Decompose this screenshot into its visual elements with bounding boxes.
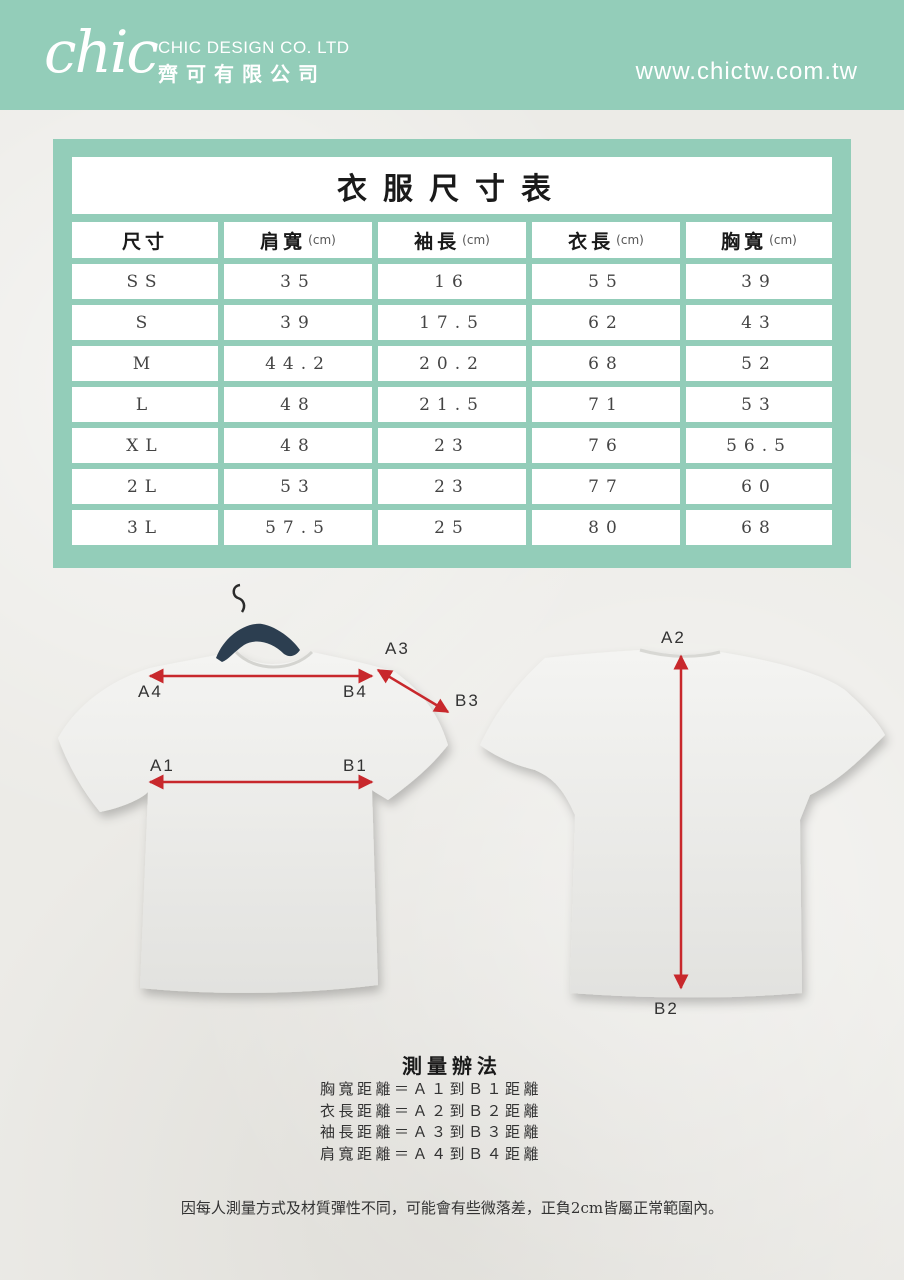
table-cell: 48 <box>224 428 372 463</box>
table-cell: 43 <box>686 305 832 340</box>
table-cell: 68 <box>532 346 680 381</box>
table-cell: 16 <box>378 264 526 299</box>
method-line-sleeve: 袖長距離＝Ａ３到Ｂ３距離 <box>320 1123 543 1141</box>
table-cell: 60 <box>686 469 832 504</box>
column-header-label: 尺寸 <box>121 230 168 253</box>
website-link[interactable]: www.chictw.com.tw <box>636 58 858 86</box>
table-cell: 21.5 <box>378 387 526 422</box>
table-cell: 77 <box>532 469 680 504</box>
table-cell: 23 <box>378 428 526 463</box>
method-line-length: 衣長距離＝Ａ２到Ｂ２距離 <box>320 1101 543 1120</box>
column-header-unit: (cm) <box>616 233 644 247</box>
table-cell: 17.5 <box>378 305 526 340</box>
table-cell: 48 <box>224 387 372 422</box>
back-tshirt <box>480 650 885 998</box>
table-cell: 20.2 <box>378 346 526 381</box>
table-cell-size: 2L <box>72 469 218 504</box>
label-a3: A3 <box>385 639 410 658</box>
header-banner: chic CHIC DESIGN CO. LTD 齊可有限公司 www.chic… <box>0 0 904 110</box>
column-header-label: 袖長 <box>414 230 461 253</box>
size-table: 尺寸 肩寬 (cm) 袖長 (cm) 衣長 (cm) 胸寬 (cm) SS 35 16 … <box>72 222 832 545</box>
table-cell-size: XL <box>72 428 218 463</box>
column-header-size: 尺寸 <box>72 222 218 258</box>
table-cell: 55 <box>532 264 680 299</box>
table-cell-size: SS <box>72 264 218 299</box>
front-tshirt <box>58 652 448 993</box>
table-cell: 68 <box>686 510 832 545</box>
company-name-en: CHIC DESIGN CO. LTD <box>158 38 350 57</box>
table-cell: 23 <box>378 469 526 504</box>
label-b3: B3 <box>455 691 480 710</box>
table-cell: 56.5 <box>686 428 832 463</box>
label-a4: A4 <box>138 682 163 701</box>
table-cell: 35 <box>224 264 372 299</box>
label-a2: A2 <box>661 628 686 647</box>
table-cell: 80 <box>532 510 680 545</box>
label-a1: A1 <box>150 756 175 775</box>
column-header-shoulder: 肩寬 (cm) <box>224 222 372 258</box>
column-header-unit: (cm) <box>462 233 490 247</box>
method-line-shoulder: 肩寬距離＝Ａ４到Ｂ４距離 <box>320 1144 543 1163</box>
measurement-diagram: A4 B4 A3 B3 A1 B1 A2 B2 <box>58 583 885 1018</box>
table-cell: 25 <box>378 510 526 545</box>
brand-logo: chic <box>44 18 159 86</box>
table-cell-size: L <box>72 387 218 422</box>
label-b1: B1 <box>343 756 368 775</box>
measurement-method-list: 胸寬距離＝Ａ１到Ｂ１距離 衣長距離＝Ａ２到Ｂ２距離 袖長距離＝Ａ３到Ｂ３距離 肩… <box>320 1079 620 1165</box>
column-header-sleeve: 袖長 (cm) <box>378 222 526 258</box>
label-b4: B4 <box>343 682 368 701</box>
column-header-chest: 胸寬 (cm) <box>686 222 832 258</box>
table-cell: 71 <box>532 387 680 422</box>
table-cell-size: 3L <box>72 510 218 545</box>
table-cell: 52 <box>686 346 832 381</box>
table-cell: 53 <box>224 469 372 504</box>
tolerance-note: 因每人測量方式及材質彈性不同，可能會有些微落差，正負2cm皆屬正常範圍內。 <box>180 1199 724 1217</box>
table-cell: 44.2 <box>224 346 372 381</box>
table-cell: 62 <box>532 305 680 340</box>
table-cell: 53 <box>686 387 832 422</box>
size-table-title: 衣服尺寸表 <box>72 157 832 214</box>
column-header-label: 衣長 <box>568 230 615 253</box>
company-name-zh: 齊可有限公司 <box>158 62 326 86</box>
column-header-unit: (cm) <box>308 233 336 247</box>
method-line-chest: 胸寬距離＝Ａ１到Ｂ１距離 <box>320 1080 543 1098</box>
table-cell-size: M <box>72 346 218 381</box>
column-header-label: 胸寬 <box>721 230 768 253</box>
table-cell: 76 <box>532 428 680 463</box>
measurement-method-title: 測量辦法 <box>402 1054 502 1078</box>
column-header-length: 衣長 (cm) <box>532 222 680 258</box>
table-cell: 39 <box>686 264 832 299</box>
column-header-label: 肩寬 <box>260 230 307 253</box>
column-header-unit: (cm) <box>769 233 797 247</box>
table-cell: 57.5 <box>224 510 372 545</box>
table-cell-size: S <box>72 305 218 340</box>
table-cell: 39 <box>224 305 372 340</box>
label-b2: B2 <box>654 999 679 1018</box>
hanger-icon <box>216 583 300 662</box>
